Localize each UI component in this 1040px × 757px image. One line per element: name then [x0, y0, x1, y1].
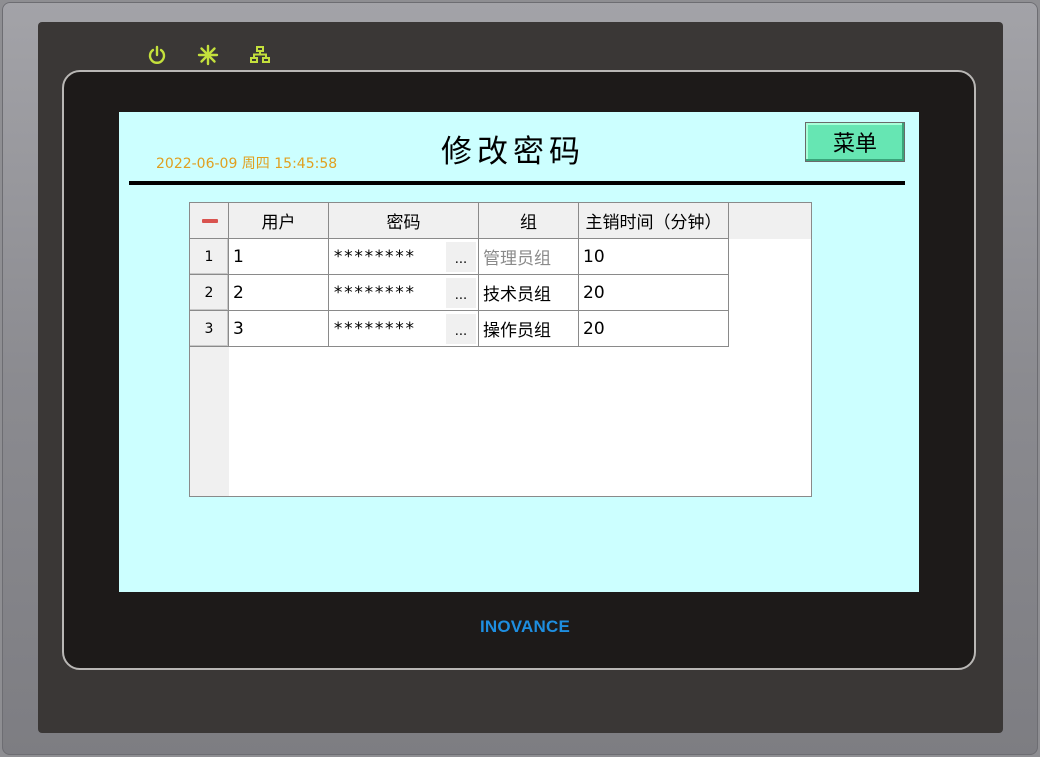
power-icon: [148, 45, 166, 64]
password-cell[interactable]: ******** ...: [329, 311, 479, 347]
timeout-cell[interactable]: 10: [579, 239, 729, 275]
table-corner[interactable]: [190, 203, 229, 239]
password-edit-button[interactable]: ...: [446, 278, 476, 308]
group-cell[interactable]: 操作员组: [479, 311, 579, 347]
user-cell[interactable]: 3: [229, 311, 329, 347]
password-mask: ********: [333, 246, 415, 267]
password-edit-button[interactable]: ...: [446, 242, 476, 272]
group-cell[interactable]: 技术员组: [479, 275, 579, 311]
password-edit-button[interactable]: ...: [446, 314, 476, 344]
user-table: 用户 密码 组 主销时间（分钟） 1 1 ******** ... 管理员组 1…: [189, 202, 812, 497]
row-number[interactable]: 2: [190, 275, 229, 311]
column-header-group: 组: [479, 203, 579, 239]
run-icon: [197, 44, 219, 66]
brand-logo: INOVANCE: [479, 617, 571, 636]
group-cell: 管理员组: [479, 239, 579, 275]
header-filler: [729, 203, 811, 239]
password-mask: ********: [333, 318, 415, 339]
title-divider: [129, 181, 905, 185]
page-title: 修改密码: [441, 134, 585, 170]
network-icon: [250, 46, 270, 63]
password-cell[interactable]: ******** ...: [329, 275, 479, 311]
password-cell[interactable]: ******** ...: [329, 239, 479, 275]
row-number[interactable]: 1: [190, 239, 229, 275]
column-header-password: 密码: [329, 203, 479, 239]
user-cell[interactable]: 1: [229, 239, 329, 275]
timeout-cell[interactable]: 20: [579, 311, 729, 347]
user-cell[interactable]: 2: [229, 275, 329, 311]
timeout-cell[interactable]: 20: [579, 275, 729, 311]
minus-icon: [202, 219, 218, 223]
hmi-screen: 2022-06-09 周四 15:45:58 修改密码 菜单 用户 密码 组 主…: [119, 112, 919, 592]
menu-button[interactable]: 菜单: [805, 122, 905, 162]
row-number[interactable]: 3: [190, 311, 229, 347]
column-header-timeout: 主销时间（分钟）: [579, 203, 729, 239]
datetime-display: 2022-06-09 周四 15:45:58: [156, 156, 338, 172]
column-header-user: 用户: [229, 203, 329, 239]
password-mask: ********: [333, 282, 415, 303]
